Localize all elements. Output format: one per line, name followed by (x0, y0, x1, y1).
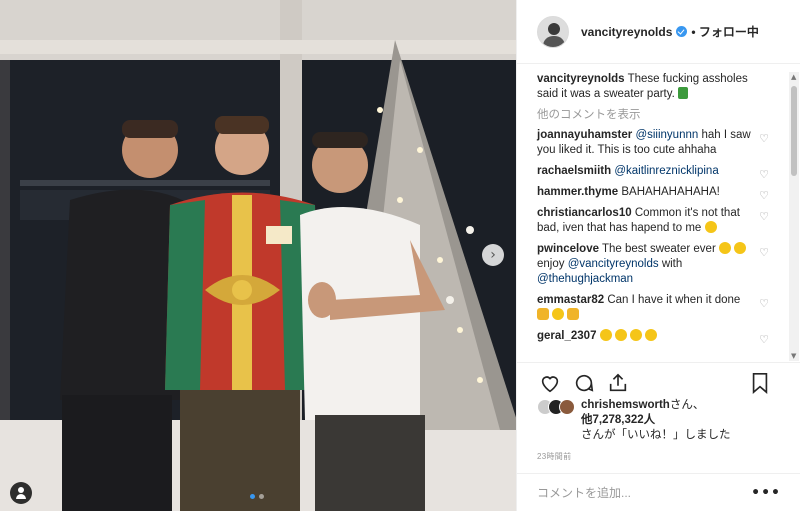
list-item: christiancarlos10 Common it's not that b… (537, 206, 769, 236)
heart-outline-icon[interactable]: ♡ (759, 209, 769, 224)
caption: vancityreynolds These fucking assholes s… (537, 72, 769, 102)
comment-username[interactable]: emmastar82 (537, 294, 604, 306)
comments-scrollbar[interactable]: ▲ ▼ (789, 72, 799, 361)
list-item: geral_2307 ♡ (537, 329, 769, 347)
heart-outline-icon[interactable]: ♡ (759, 131, 769, 146)
save-button[interactable] (747, 370, 773, 396)
view-more-comments-link[interactable]: 他のコメントを表示 (537, 106, 769, 122)
comment-mention[interactable]: @kaitlinreznicklipina (614, 165, 718, 177)
list-item: hammer.thyme BAHAHAHAHAHA! ♡ (537, 185, 769, 203)
rofl-emoji-icon (614, 329, 627, 341)
christmas-tree-icon (678, 87, 689, 99)
laughing-emoji-icon (718, 242, 731, 254)
comment-username[interactable]: geral_2307 (537, 330, 596, 342)
likes-text: chrishemsworthさん、 他7,278,322人 さんが「いいね！」し… (581, 398, 731, 443)
following-status[interactable]: • フォロー中 (691, 23, 759, 40)
rofl-emoji-icon (645, 329, 658, 341)
more-options-icon[interactable]: ••• (751, 485, 781, 501)
chevron-right-icon: › (490, 247, 496, 263)
comments-list[interactable]: vancityreynolds These fucking assholes s… (517, 72, 789, 361)
comment-button[interactable] (571, 370, 597, 396)
comment-text: Can I have it when it done (607, 294, 741, 306)
likes-summary: chrishemsworthさん、 他7,278,322人 さんが「いいね！」し… (537, 398, 787, 443)
heart-outline-icon (541, 375, 559, 392)
carousel-dot (259, 494, 264, 499)
comment-input[interactable] (537, 485, 752, 500)
header-username[interactable]: vancityreynolds (581, 25, 672, 39)
flexed-arm-emoji-icon (537, 308, 549, 320)
tagged-users-icon[interactable] (10, 482, 32, 504)
next-image-button[interactable]: › (482, 244, 504, 266)
avatar[interactable] (559, 399, 575, 415)
add-comment-bar: ••• (517, 473, 800, 511)
share-upload-icon (609, 373, 627, 391)
post-header: vancityreynolds • フォロー中 (517, 0, 800, 64)
thumbs-up-emoji-icon (567, 308, 580, 320)
grinning-emoji-icon (704, 221, 717, 233)
comment-username[interactable]: joannayuhamster (537, 129, 632, 141)
post-timestamp[interactable]: 23時間前 (537, 451, 571, 462)
comment-mention[interactable]: @thehughjackman (537, 273, 633, 285)
comment-text: BAHAHAHAHAHA! (621, 186, 720, 198)
comment-text: with (658, 258, 683, 270)
party-photo-image (0, 0, 516, 511)
post-photo[interactable]: › (0, 0, 516, 511)
list-item: pwincelove The best sweater ever enjoy @… (537, 242, 769, 287)
share-button[interactable] (605, 370, 631, 396)
comment-mention[interactable]: @siiinyunnn (635, 129, 698, 141)
heart-outline-icon[interactable]: ♡ (759, 245, 769, 260)
heart-outline-icon[interactable]: ♡ (759, 332, 769, 347)
liker-avatars[interactable] (537, 399, 575, 443)
list-item: rachaelsmiith @kaitlinreznicklipina ♡ (537, 164, 769, 182)
list-item: emmastar82 Can I have it when it done ♡ (537, 293, 769, 323)
scroll-up-icon[interactable]: ▲ (791, 73, 796, 81)
bookmark-icon (752, 372, 768, 394)
carousel-dot-active (250, 494, 255, 499)
post-side-panel: vancityreynolds • フォロー中 vancityreynolds … (516, 0, 800, 511)
avatar[interactable] (537, 15, 569, 48)
comment-username[interactable]: rachaelsmiith (537, 165, 611, 177)
list-item: joannayuhamster @siiinyunnn hah I saw yo… (537, 128, 769, 158)
likes-count[interactable]: 他7,278,322人 (581, 414, 655, 426)
carousel-indicator (250, 494, 264, 499)
laughing-emoji-icon (734, 242, 747, 254)
caption-username[interactable]: vancityreynolds (537, 73, 625, 85)
scroll-down-icon[interactable]: ▼ (791, 352, 796, 360)
scrollbar-thumb[interactable] (791, 86, 797, 176)
heart-outline-icon[interactable]: ♡ (759, 167, 769, 182)
liker-username[interactable]: chrishemsworth (581, 399, 670, 411)
heart-outline-icon[interactable]: ♡ (759, 188, 769, 203)
likes-suffix: さん、 (669, 399, 705, 411)
comment-username[interactable]: hammer.thyme (537, 186, 618, 198)
rofl-emoji-icon (630, 329, 643, 341)
heart-outline-icon[interactable]: ♡ (759, 296, 769, 311)
comment-username[interactable]: christiancarlos10 (537, 207, 632, 219)
comment-mention[interactable]: @vancityreynolds (568, 258, 659, 270)
comment-text: enjoy (537, 258, 568, 270)
speech-bubble-icon (575, 374, 594, 392)
verified-badge-icon (676, 26, 688, 37)
comment-username[interactable]: pwincelove (537, 243, 599, 255)
smiling-emoji-icon (552, 308, 565, 320)
comment-text: The best sweater ever (602, 243, 716, 255)
rofl-emoji-icon (599, 329, 612, 341)
likes-text-end: さんが「いいね！」しました (581, 429, 731, 441)
action-bar (517, 362, 800, 402)
like-button[interactable] (537, 370, 563, 396)
